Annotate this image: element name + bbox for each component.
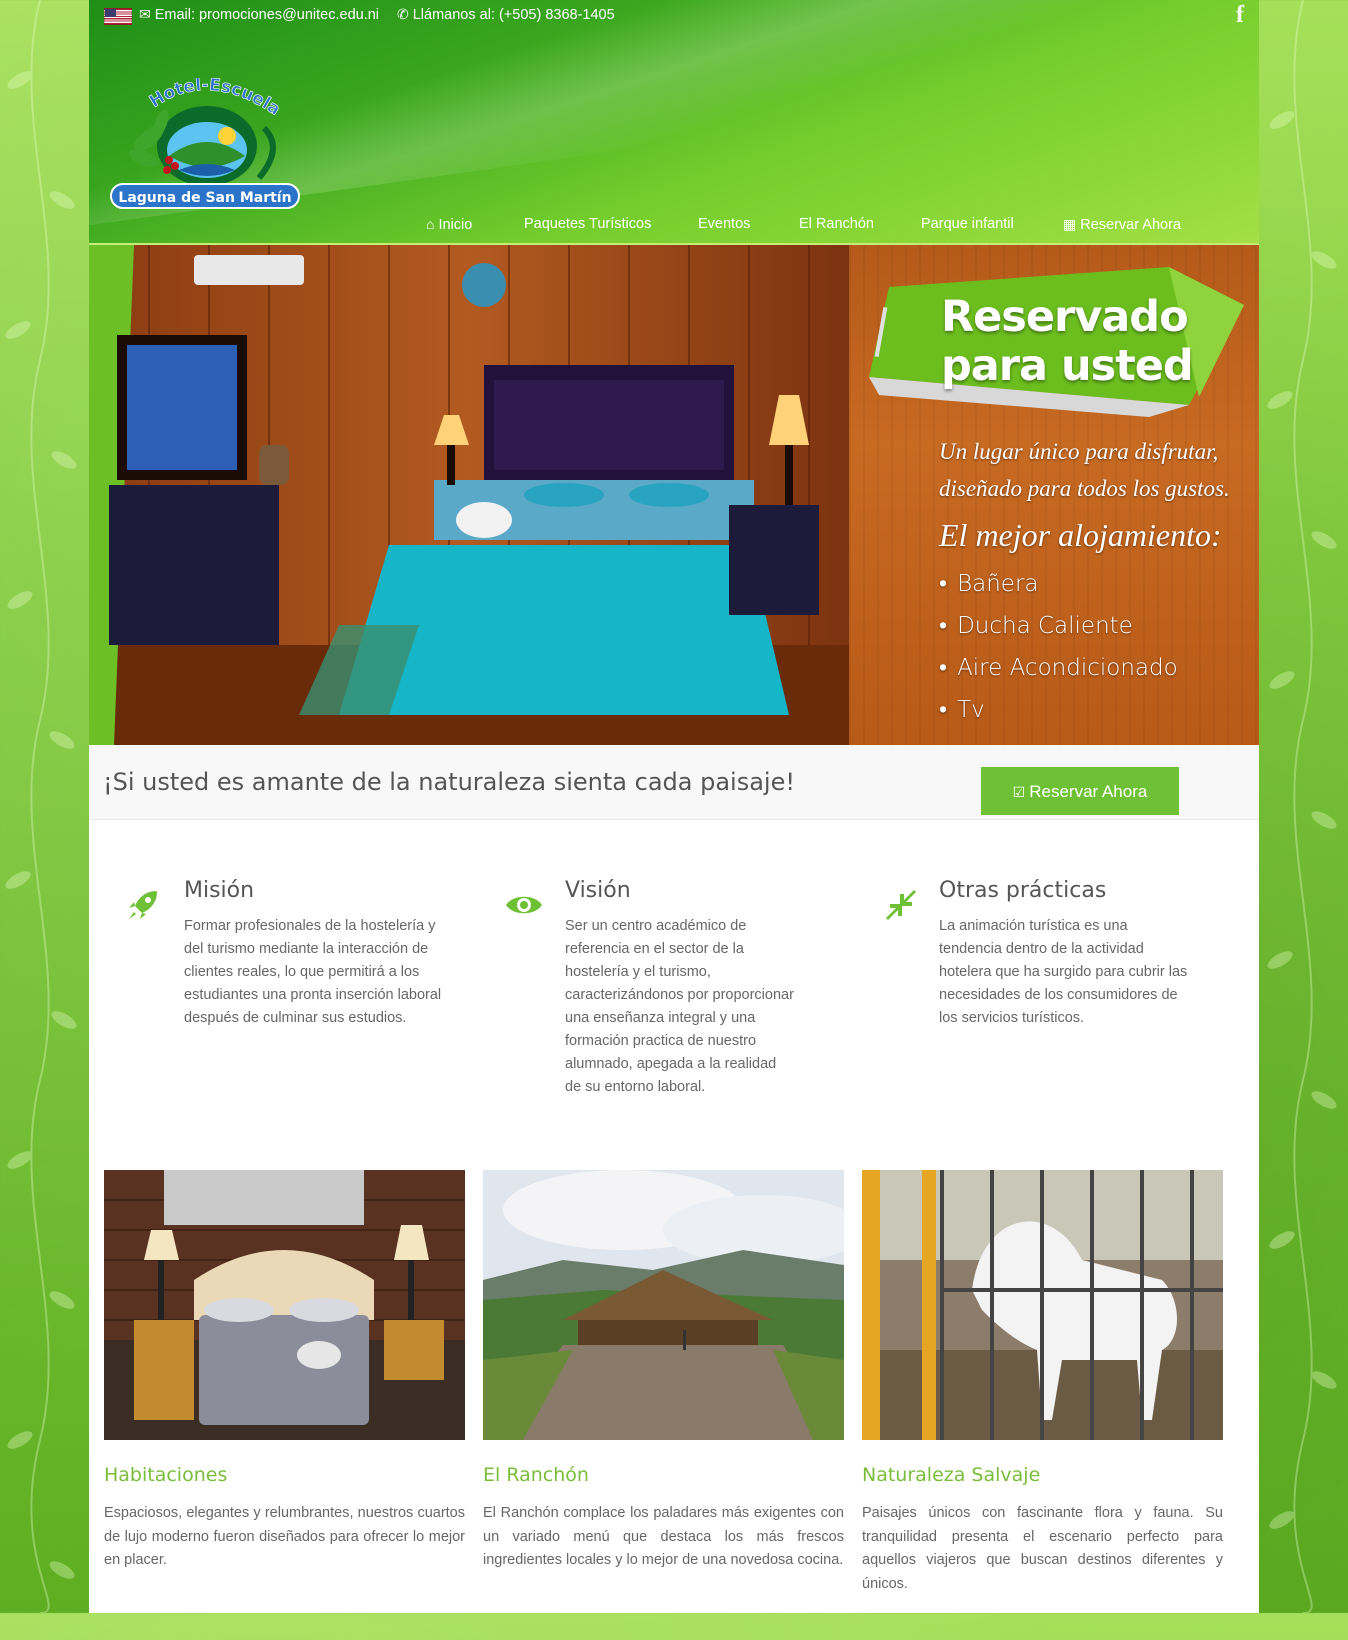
hero-tagline-line1: Un lugar único para disfrutar, (939, 439, 1219, 464)
amenity-item: Ducha Caliente (939, 605, 1178, 647)
reserve-now-label: Reservar Ahora (1029, 782, 1148, 801)
amenity-list: Bañera Ducha Caliente Aire Acondicionado… (939, 563, 1178, 731)
top-email[interactable]: ✉ Email: promociones@unitec.edu.ni (139, 6, 379, 23)
card-title[interactable]: El Ranchón (483, 1464, 844, 1486)
card-image-naturaleza[interactable] (862, 1170, 1223, 1440)
feature-vision: Visión Ser un centro académico de refere… (565, 878, 795, 1099)
top-bar: ✉ Email: promociones@unitec.edu.ni ✆ Lláma… (104, 2, 1244, 28)
amenity-item: Aire Acondicionado (939, 647, 1178, 689)
nav-item-label: Inicio (438, 217, 473, 233)
feature-text: Ser un centro académico de referencia en… (565, 918, 794, 1095)
hero-room-image (89, 245, 849, 745)
card-image-habitaciones[interactable] (104, 1170, 465, 1440)
nav-item-label: El Ranchón (799, 216, 874, 232)
feature-text: Formar profesionales de la hostelería y … (184, 918, 442, 1026)
card-text: El Ranchón complace los paladares más ex… (483, 1505, 844, 1568)
hero-tagline: Un lugar único para disfrutar, diseñado … (939, 433, 1239, 507)
card-text: Paisajes únicos con fascinante flora y f… (862, 1505, 1223, 1592)
feature-title: Otras prácticas (939, 878, 1107, 903)
callout-bar: ¡Si usted es amante de la naturaleza sie… (89, 745, 1259, 820)
card-title[interactable]: Habitaciones (104, 1464, 465, 1486)
hero-best-heading: El mejor alojamiento: (939, 517, 1222, 553)
envelope-icon: ✉ (139, 6, 151, 22)
top-phone: ✆ Llámanos al: (+505) 8368-1405 (397, 6, 615, 23)
hero-tagline-line2: diseñado para todos los gustos. (939, 476, 1230, 501)
hero-title-line1: Reservado (941, 292, 1189, 342)
card-text: Espaciosos, elegantes y relumbrantes, nu… (104, 1505, 465, 1568)
calendar-icon: ▦ (1063, 216, 1077, 232)
features-section: Misión Formar profesionales de la hostel… (89, 820, 1259, 1160)
feature-mision: Misión Formar profesionales de la hostel… (184, 878, 444, 1030)
page-container: ✉ Email: promociones@unitec.edu.ni ✆ Lláma… (89, 0, 1259, 1613)
feature-text: La animación turística es una tendencia … (939, 918, 1188, 1026)
site-header: ✉ Email: promociones@unitec.edu.ni ✆ Lláma… (89, 0, 1259, 245)
top-email-text: Email: promociones@unitec.edu.ni (154, 7, 380, 23)
nav-item-reservar[interactable]: ▦ Reservar Ahora (1063, 216, 1181, 233)
hero-title-line2: para usted (941, 341, 1194, 391)
hero-title: Reservado para usted (941, 293, 1241, 391)
logo-line2: Laguna de San Martín (118, 190, 291, 206)
nav-item-ranchon[interactable]: El Ranchón (799, 216, 874, 232)
hero-promo-panel: Reservado para usted Un lugar único para… (849, 245, 1259, 745)
nav-item-inicio[interactable]: ⌂ Inicio (426, 216, 472, 233)
nav-item-label: Eventos (698, 216, 751, 232)
nav-item-label: Paquetes Turísticos (524, 216, 652, 232)
facebook-icon[interactable]: f (1236, 2, 1244, 29)
nav-item-paquetes[interactable]: Paquetes Turísticos (524, 216, 651, 232)
card-habitaciones[interactable]: Habitaciones Espaciosos, elegantes y rel… (104, 1170, 465, 1573)
card-ranchon[interactable]: El Ranchón El Ranchón complace los palad… (483, 1170, 844, 1573)
nav-item-label: Reservar Ahora (1080, 217, 1181, 233)
top-phone-text: Llámanos al: (+505) 8368-1405 (412, 7, 615, 23)
reserve-now-button[interactable]: ☑ Reservar Ahora (981, 767, 1179, 815)
feature-title: Misión (184, 878, 255, 903)
hero-slider[interactable]: Reservado para usted Un lugar único para… (89, 245, 1259, 745)
nav-item-label: Parque infantil (921, 216, 1014, 232)
card-title[interactable]: Naturaleza Salvaje (862, 1464, 1223, 1486)
compress-arrows-icon (886, 890, 916, 920)
feature-title: Visión (565, 878, 631, 903)
card-image-ranchon[interactable] (483, 1170, 844, 1440)
leaf-pattern-right (1267, 0, 1337, 1613)
card-naturaleza[interactable]: Naturaleza Salvaje Paisajes únicos con f… (862, 1170, 1223, 1596)
home-icon: ⌂ (426, 216, 435, 232)
nav-item-parque[interactable]: Parque infantil (921, 216, 1014, 232)
amenity-item: Bañera (939, 563, 1178, 605)
amenity-item: Tv (939, 689, 1178, 731)
callout-text: ¡Si usted es amante de la naturaleza sie… (103, 768, 795, 796)
eye-icon (506, 896, 542, 914)
us-flag-icon[interactable] (104, 8, 132, 25)
check-square-icon: ☑ (1012, 784, 1026, 800)
phone-icon: ✆ (397, 6, 409, 22)
feature-otras: Otras prácticas La animación turística e… (939, 878, 1194, 1030)
portfolio-section: Habitaciones Espaciosos, elegantes y rel… (89, 1160, 1259, 1640)
rocket-icon (129, 891, 157, 919)
site-logo[interactable]: Hotel-Escuela Laguna de San Martín (109, 78, 304, 213)
leaf-pattern-left (5, 0, 77, 1613)
nav-item-eventos[interactable]: Eventos (698, 216, 750, 232)
